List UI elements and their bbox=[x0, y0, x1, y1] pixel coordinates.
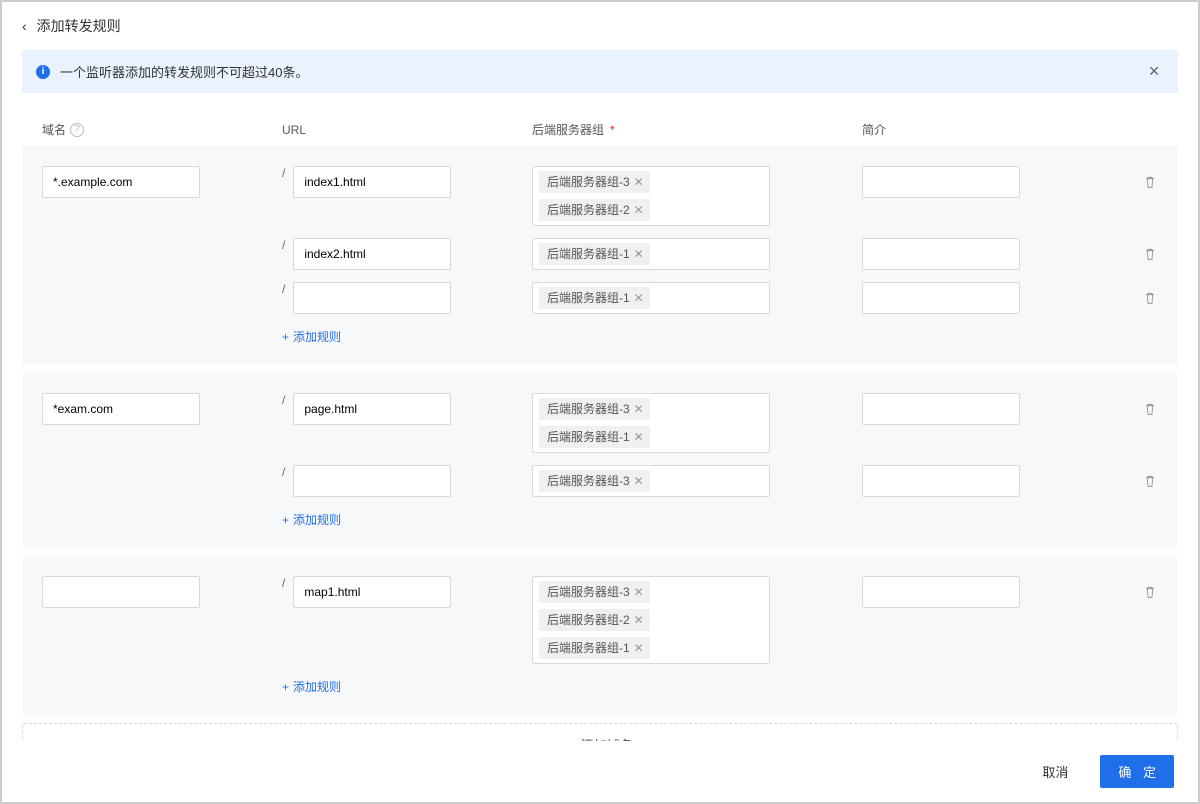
trash-icon[interactable] bbox=[1142, 174, 1158, 190]
trash-icon[interactable] bbox=[1142, 290, 1158, 306]
desc-input[interactable] bbox=[862, 166, 1020, 198]
tag-remove-icon[interactable]: ✕ bbox=[634, 202, 644, 218]
tag-remove-icon[interactable]: ✕ bbox=[634, 290, 644, 306]
col-url: URL bbox=[282, 121, 532, 138]
trash-icon[interactable] bbox=[1142, 584, 1158, 600]
backend-tag: 后端服务器组-3✕ bbox=[539, 581, 650, 603]
desc-input[interactable] bbox=[862, 393, 1020, 425]
col-backend: 后端服务器组 * bbox=[532, 121, 862, 138]
tag-label: 后端服务器组-2 bbox=[547, 202, 630, 218]
cancel-button[interactable]: 取消 bbox=[1024, 755, 1086, 788]
url-input[interactable] bbox=[293, 282, 451, 314]
backend-select[interactable]: 后端服务器组-1✕ bbox=[532, 282, 770, 314]
rule-row: /后端服务器组-3✕后端服务器组-2✕后端服务器组-1✕ bbox=[42, 576, 1158, 664]
tag-label: 后端服务器组-3 bbox=[547, 584, 630, 600]
backend-tag: 后端服务器组-3✕ bbox=[539, 398, 650, 420]
rule-row: / 后端服务器组-3✕ bbox=[42, 465, 1158, 497]
rule-row: /后端服务器组-3✕后端服务器组-1✕ bbox=[42, 393, 1158, 453]
url-slash: / bbox=[282, 166, 285, 180]
backend-tag: 后端服务器组-2✕ bbox=[539, 609, 650, 631]
trash-icon[interactable] bbox=[1142, 473, 1158, 489]
trash-icon[interactable] bbox=[1142, 401, 1158, 417]
info-alert: i 一个监听器添加的转发规则不可超过40条。 ✕ bbox=[22, 50, 1178, 93]
backend-select[interactable]: 后端服务器组-3✕后端服务器组-1✕ bbox=[532, 393, 770, 453]
url-slash: / bbox=[282, 465, 285, 479]
dialog-footer: 取消 确 定 bbox=[2, 741, 1198, 802]
url-slash: / bbox=[282, 282, 285, 296]
tag-label: 后端服务器组-3 bbox=[547, 473, 630, 489]
backend-tag: 后端服务器组-1✕ bbox=[539, 243, 650, 265]
info-icon: i bbox=[36, 65, 50, 79]
desc-input[interactable] bbox=[862, 238, 1020, 270]
dialog-title: 添加转发规则 bbox=[37, 16, 121, 36]
tag-remove-icon[interactable]: ✕ bbox=[634, 401, 644, 417]
tag-label: 后端服务器组-1 bbox=[547, 246, 630, 262]
domain-block: /后端服务器组-3✕后端服务器组-1✕/后端服务器组-3✕+添加规则 bbox=[22, 373, 1178, 548]
tag-remove-icon[interactable]: ✕ bbox=[634, 429, 644, 445]
alert-text: 一个监听器添加的转发规则不可超过40条。 bbox=[60, 62, 308, 81]
trash-icon[interactable] bbox=[1142, 246, 1158, 262]
url-input[interactable] bbox=[293, 166, 451, 198]
domain-input[interactable] bbox=[42, 576, 200, 608]
add-rule-button[interactable]: +添加规则 bbox=[282, 511, 341, 528]
plus-icon: + bbox=[282, 513, 289, 527]
backend-tag: 后端服务器组-1✕ bbox=[539, 287, 650, 309]
backend-select[interactable]: 后端服务器组-3✕后端服务器组-2✕ bbox=[532, 166, 770, 226]
back-arrow-icon[interactable]: ‹ bbox=[22, 18, 27, 34]
backend-select[interactable]: 后端服务器组-3✕ bbox=[532, 465, 770, 497]
url-input[interactable] bbox=[293, 465, 451, 497]
backend-tag: 后端服务器组-1✕ bbox=[539, 426, 650, 448]
backend-tag: 后端服务器组-3✕ bbox=[539, 171, 650, 193]
dialog-body: 域名 ? URL 后端服务器组 * 简介 /后端服务器组-3✕后端服务器组-2✕… bbox=[2, 113, 1198, 765]
dialog-header: ‹ 添加转发规则 bbox=[2, 2, 1198, 50]
domain-input[interactable] bbox=[42, 166, 200, 198]
required-asterisk: * bbox=[610, 123, 615, 137]
backend-tag: 后端服务器组-1✕ bbox=[539, 637, 650, 659]
desc-input[interactable] bbox=[862, 282, 1020, 314]
backend-tag: 后端服务器组-3✕ bbox=[539, 470, 650, 492]
url-slash: / bbox=[282, 238, 285, 252]
tag-remove-icon[interactable]: ✕ bbox=[634, 174, 644, 190]
plus-icon: + bbox=[282, 680, 289, 694]
rule-row: /后端服务器组-3✕后端服务器组-2✕ bbox=[42, 166, 1158, 226]
backend-select[interactable]: 后端服务器组-3✕后端服务器组-2✕后端服务器组-1✕ bbox=[532, 576, 770, 664]
help-icon[interactable]: ? bbox=[70, 123, 84, 137]
url-slash: / bbox=[282, 393, 285, 407]
url-input[interactable] bbox=[293, 393, 451, 425]
add-rule-button[interactable]: +添加规则 bbox=[282, 328, 341, 345]
tag-label: 后端服务器组-1 bbox=[547, 429, 630, 445]
tag-remove-icon[interactable]: ✕ bbox=[634, 246, 644, 262]
plus-icon: + bbox=[282, 330, 289, 344]
tag-remove-icon[interactable]: ✕ bbox=[634, 473, 644, 489]
backend-select[interactable]: 后端服务器组-1✕ bbox=[532, 238, 770, 270]
rule-row: / 后端服务器组-1✕ bbox=[42, 282, 1158, 314]
dialog-frame: ‹ 添加转发规则 i 一个监听器添加的转发规则不可超过40条。 ✕ 域名 ? U… bbox=[0, 0, 1200, 804]
tag-label: 后端服务器组-3 bbox=[547, 401, 630, 417]
rule-row: / 后端服务器组-1✕ bbox=[42, 238, 1158, 270]
col-domain: 域名 ? bbox=[42, 121, 282, 138]
col-desc: 简介 bbox=[862, 121, 1098, 138]
tag-remove-icon[interactable]: ✕ bbox=[634, 612, 644, 628]
tag-label: 后端服务器组-1 bbox=[547, 290, 630, 306]
tag-label: 后端服务器组-2 bbox=[547, 612, 630, 628]
tag-label: 后端服务器组-3 bbox=[547, 174, 630, 190]
url-slash: / bbox=[282, 576, 285, 590]
url-input[interactable] bbox=[293, 238, 451, 270]
desc-input[interactable] bbox=[862, 465, 1020, 497]
url-input[interactable] bbox=[293, 576, 451, 608]
domain-block: /后端服务器组-3✕后端服务器组-2✕后端服务器组-1✕+添加规则 bbox=[22, 556, 1178, 715]
close-icon[interactable]: ✕ bbox=[1144, 63, 1164, 80]
domain-block: /后端服务器组-3✕后端服务器组-2✕/后端服务器组-1✕/后端服务器组-1✕+… bbox=[22, 146, 1178, 365]
column-headers: 域名 ? URL 后端服务器组 * 简介 bbox=[22, 113, 1178, 146]
domain-input[interactable] bbox=[42, 393, 200, 425]
tag-label: 后端服务器组-1 bbox=[547, 640, 630, 656]
tag-remove-icon[interactable]: ✕ bbox=[634, 584, 644, 600]
desc-input[interactable] bbox=[862, 576, 1020, 608]
confirm-button[interactable]: 确 定 bbox=[1100, 755, 1174, 788]
tag-remove-icon[interactable]: ✕ bbox=[634, 640, 644, 656]
backend-tag: 后端服务器组-2✕ bbox=[539, 199, 650, 221]
add-rule-button[interactable]: +添加规则 bbox=[282, 678, 341, 695]
